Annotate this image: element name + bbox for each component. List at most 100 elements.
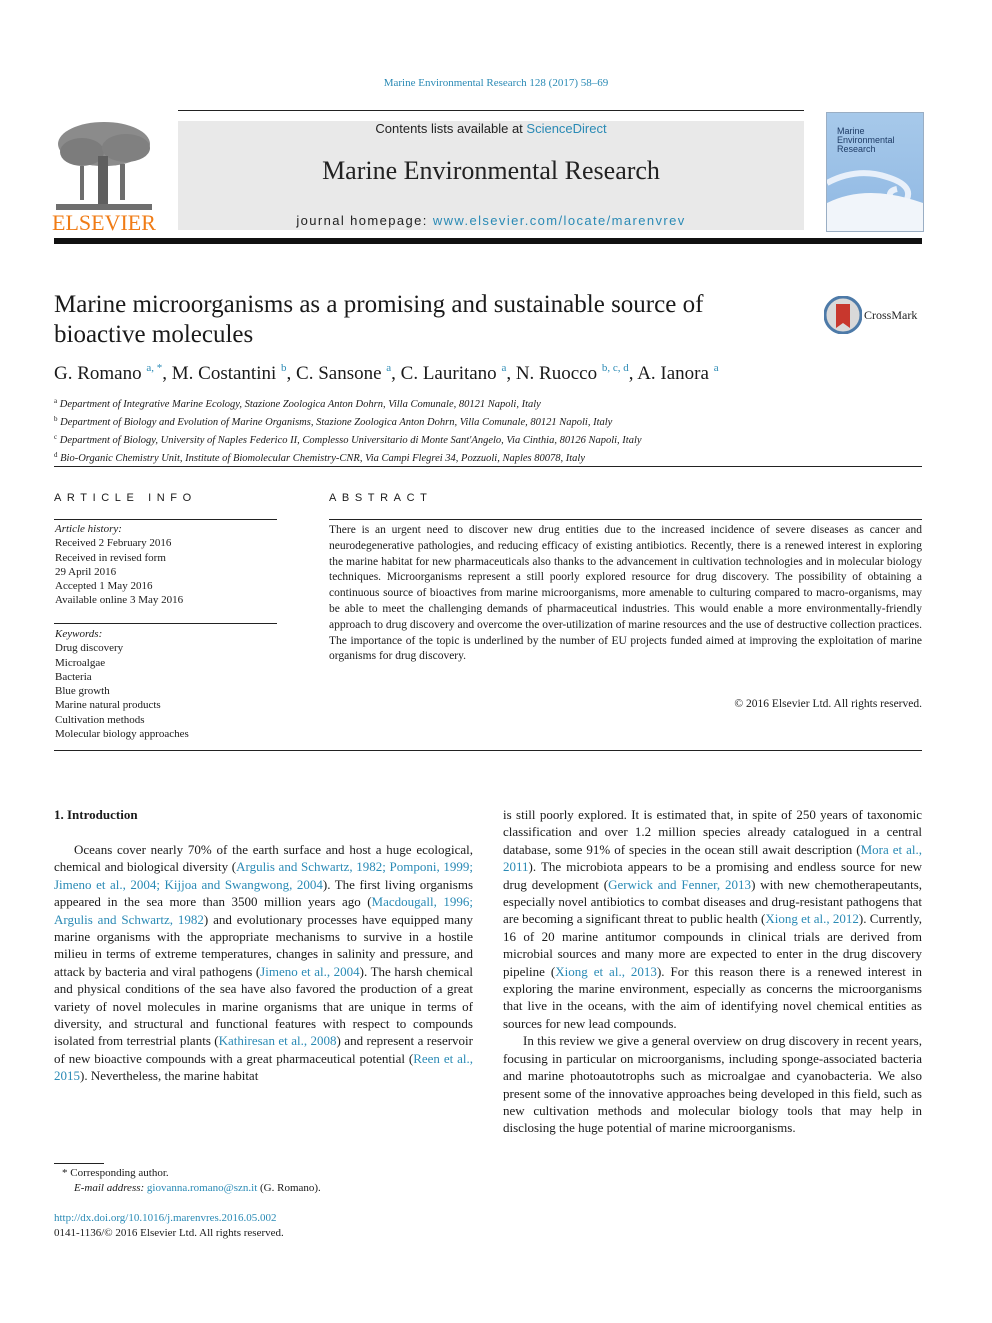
- affiliation: b Department of Biology and Evolution of…: [54, 412, 924, 430]
- contents-prefix: Contents lists available at: [375, 121, 527, 136]
- crossmark-badge[interactable]: CrossMark: [823, 295, 924, 336]
- paragraph-text: ). Nevertheless, the marine habitat: [80, 1068, 259, 1084]
- author[interactable]: N. Ruocco b, c, d: [515, 362, 629, 384]
- author-affil-sup[interactable]: a: [714, 362, 719, 374]
- homepage-line: journal homepage: www.elsevier.com/locat…: [178, 213, 804, 228]
- article-info-heading: ARTICLE INFO: [54, 492, 197, 504]
- homepage-prefix: journal homepage:: [296, 213, 433, 228]
- history-item: 29 April 2016: [55, 565, 117, 578]
- author-affil-sup[interactable]: b, c, d: [602, 362, 629, 374]
- affiliation-key: b: [54, 415, 58, 423]
- crossmark-icon: [823, 295, 863, 335]
- affiliation: d Bio-Organic Chemistry Unit, Institute …: [54, 448, 924, 466]
- contents-line: Contents lists available at ScienceDirec…: [178, 121, 804, 136]
- author-list: G. Romano a, *, M. Costantini b, C. Sans…: [54, 362, 719, 384]
- keyword: Microalgae: [55, 656, 106, 669]
- wave-icon: [827, 170, 923, 231]
- affiliation-text: Department of Integrative Marine Ecology…: [59, 399, 541, 410]
- keyword: Marine natural products: [55, 699, 161, 712]
- author[interactable]: A. Ianora a: [637, 362, 719, 384]
- author-affil-sup[interactable]: a: [501, 362, 506, 374]
- affiliation: c Department of Biology, University of N…: [54, 430, 924, 448]
- footnote-rule: [54, 1163, 104, 1164]
- abstract-copyright: © 2016 Elsevier Ltd. All rights reserved…: [734, 698, 922, 710]
- abstract-rule: [329, 519, 922, 520]
- affiliation-text: Bio-Organic Chemistry Unit, Institute of…: [60, 453, 585, 464]
- history-item: Received 2 February 2016: [55, 537, 172, 550]
- affiliation: a Department of Integrative Marine Ecolo…: [54, 394, 924, 412]
- email-suffix: (G. Romano).: [257, 1182, 321, 1194]
- abstract-text: There is an urgent need to discover new …: [329, 524, 922, 663]
- article-info-rule: [54, 519, 277, 520]
- body-column-right: is still poorly explored. It is estimate…: [503, 806, 922, 1137]
- reference-link[interactable]: Kathiresan et al., 2008: [219, 1033, 337, 1048]
- affiliation-text: Department of Biology, University of Nap…: [59, 435, 642, 446]
- section-rule: [54, 466, 922, 467]
- paragraph-text: is still poorly explored. It is estimate…: [503, 807, 922, 857]
- issn-copyright: 0141-1136/© 2016 Elsevier Ltd. All right…: [54, 1227, 284, 1239]
- reference-link[interactable]: Gerwick and Fenner, 2013: [608, 877, 751, 892]
- article-history: Article history: Received 2 February 201…: [55, 522, 277, 608]
- author-name: C. Sansone: [296, 363, 382, 384]
- keyword: Cultivation methods: [55, 713, 145, 726]
- paragraph: In this review we give a general overvie…: [503, 1033, 922, 1136]
- history-item: Accepted 1 May 2016: [55, 580, 153, 593]
- affiliation-text: Department of Biology and Evolution of M…: [60, 417, 613, 428]
- homepage-link[interactable]: www.elsevier.com/locate/marenvrev: [433, 213, 686, 228]
- journal-cover[interactable]: Marine Environmental Research: [826, 112, 924, 232]
- paragraph: Oceans cover nearly 70% of the earth sur…: [54, 841, 473, 1085]
- crossmark-label: CrossMark: [864, 308, 918, 322]
- abstract-heading: ABSTRACT: [329, 492, 433, 504]
- author-name: A. Ianora: [637, 363, 709, 384]
- history-item: Received in revised form: [55, 551, 166, 564]
- affiliation-key: a: [54, 397, 58, 405]
- affiliation-key: c: [54, 433, 58, 441]
- author-name: C. Lauritano: [400, 363, 497, 384]
- article-info-rule: [54, 623, 277, 624]
- author-affil-sup[interactable]: a, *: [146, 362, 162, 374]
- email-link[interactable]: giovanna.romano@szn.it: [147, 1182, 257, 1194]
- affiliation-key: d: [54, 451, 58, 459]
- author-name: G. Romano: [54, 363, 142, 384]
- author[interactable]: C. Sansone a: [296, 362, 391, 384]
- keyword: Bacteria: [55, 670, 92, 683]
- journal-banner: Contents lists available at ScienceDirec…: [178, 121, 804, 230]
- author-affil-sup[interactable]: b: [281, 362, 287, 374]
- footnote: * Corresponding author. E-mail address: …: [54, 1166, 484, 1196]
- author-affil-sup[interactable]: a: [386, 362, 391, 374]
- header-rule: [178, 110, 804, 111]
- section-rule: [54, 750, 922, 751]
- author-name: N. Ruocco: [515, 363, 598, 384]
- journal-title: Marine Environmental Research: [322, 156, 660, 185]
- elsevier-tree-icon: [56, 122, 152, 210]
- author[interactable]: G. Romano a, *: [54, 362, 162, 384]
- keywords-label: Keywords:: [55, 628, 103, 640]
- paragraph: is still poorly explored. It is estimate…: [503, 806, 922, 1032]
- email-line: E-mail address: giovanna.romano@szn.it (…: [54, 1181, 484, 1196]
- reference-link[interactable]: Jimeno et al., 2004: [260, 964, 360, 979]
- author[interactable]: M. Costantini b: [171, 362, 287, 384]
- reference-link[interactable]: Xiong et al., 2012: [765, 911, 859, 926]
- body-column-left: Oceans cover nearly 70% of the earth sur…: [54, 841, 473, 1085]
- author[interactable]: C. Lauritano a: [400, 362, 507, 384]
- sciencedirect-link[interactable]: ScienceDirect: [526, 121, 606, 136]
- keywords: Keywords: Drug discovery Microalgae Bact…: [55, 627, 277, 741]
- header-thick-rule: [54, 238, 922, 244]
- keyword: Drug discovery: [55, 642, 124, 655]
- keyword: Molecular biology approaches: [55, 728, 189, 741]
- cover-title-line: Research: [837, 144, 876, 154]
- elsevier-logo[interactable]: ELSEVIER: [52, 118, 156, 234]
- cover-title: Marine Environmental Research: [837, 127, 895, 154]
- journal-citation[interactable]: Marine Environmental Research 128 (2017)…: [0, 77, 992, 89]
- email-label: E-mail address:: [74, 1182, 147, 1194]
- elsevier-wordmark: ELSEVIER: [52, 210, 156, 235]
- section-heading-introduction: 1. Introduction: [54, 807, 138, 822]
- affiliations: a Department of Integrative Marine Ecolo…: [54, 394, 924, 466]
- doi-block: http://dx.doi.org/10.1016/j.marenvres.20…: [54, 1211, 484, 1241]
- doi-link[interactable]: http://dx.doi.org/10.1016/j.marenvres.20…: [54, 1212, 277, 1224]
- keyword: Blue growth: [55, 685, 110, 698]
- history-label: Article history:: [55, 523, 122, 535]
- author-name: M. Costantini: [171, 363, 277, 384]
- reference-link[interactable]: Xiong et al., 2013: [555, 964, 657, 979]
- corresponding-author-note: * Corresponding author.: [62, 1167, 169, 1179]
